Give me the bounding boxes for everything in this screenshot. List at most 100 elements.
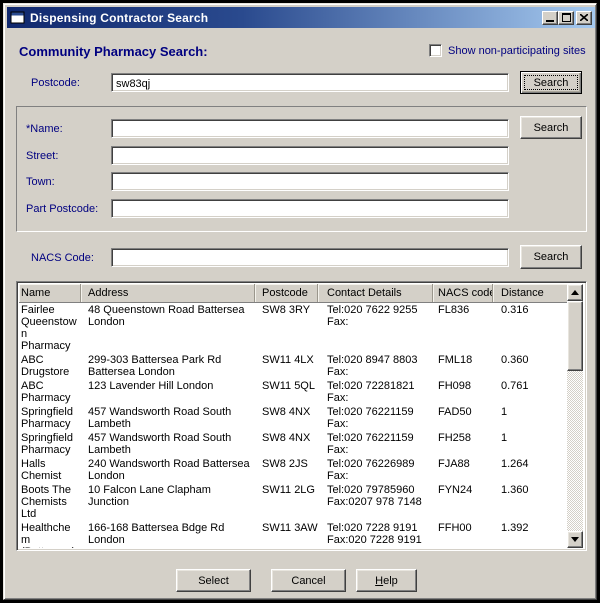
cell-postcode: SW8 3RY	[255, 303, 318, 317]
maximize-icon	[562, 13, 571, 22]
vertical-scrollbar[interactable]	[567, 284, 583, 548]
cell-contact-details: Tel:020 72281821 Fax:	[318, 379, 433, 405]
page-title: Community Pharmacy Search:	[19, 44, 208, 59]
town-label: Town:	[26, 176, 55, 188]
maximize-button[interactable]	[558, 11, 574, 25]
cell-distance: 1	[493, 405, 567, 419]
cancel-button[interactable]: Cancel	[271, 569, 346, 592]
table-row[interactable]: Springfield Pharmacy 457 Wandsworth Road…	[19, 405, 567, 431]
scrollbar-thumb[interactable]	[567, 301, 583, 371]
name-search-button[interactable]: Search	[520, 116, 582, 139]
cell-name: Boots The Chemists Ltd	[19, 483, 81, 521]
cell-nacs-code: FFH00	[433, 521, 493, 535]
cell-distance: 1.264	[493, 457, 567, 471]
cell-nacs-code: FAD50	[433, 405, 493, 419]
cell-name: Fairlee Queenstown Pharmacy	[19, 303, 81, 353]
cell-postcode: SW8 2JS	[255, 457, 318, 471]
cell-postcode: SW8 4NX	[255, 431, 318, 445]
dialog-window: Dispensing Contractor Search Community P…	[0, 0, 600, 603]
street-input[interactable]	[111, 146, 509, 165]
cell-nacs-code: FH258	[433, 431, 493, 445]
close-icon	[580, 14, 588, 21]
cell-name: Healthchem (Battersea) Ltd	[19, 521, 81, 548]
cell-name: ABC Pharmacy	[19, 379, 81, 405]
column-header-nacs-code[interactable]: NACS code	[433, 284, 493, 302]
name-input[interactable]	[111, 119, 509, 138]
cell-name: Springfield Pharmacy	[19, 431, 81, 457]
cell-address: 166-168 Battersea Bdge Rd London	[81, 521, 255, 547]
cell-nacs-code: FYN24	[433, 483, 493, 497]
cell-postcode: SW11 5QL	[255, 379, 318, 393]
results-table: Name Address Postcode Contact Details NA…	[16, 281, 587, 551]
street-label: Street:	[26, 150, 58, 162]
cell-distance: 0.761	[493, 379, 567, 393]
cell-address: 123 Lavender Hill London	[81, 379, 255, 393]
cell-name: Halls Chemist	[19, 457, 81, 483]
scroll-up-button[interactable]	[567, 284, 583, 301]
nacs-code-label: NACS Code:	[31, 252, 94, 264]
table-row[interactable]: Halls Chemist 240 Wandsworth Road Batter…	[19, 457, 567, 483]
cell-distance: 0.316	[493, 303, 567, 317]
scrollbar-track[interactable]	[567, 371, 583, 531]
postcode-label: Postcode:	[31, 77, 80, 89]
select-button[interactable]: Select	[176, 569, 251, 592]
part-postcode-input[interactable]	[111, 199, 509, 218]
cell-address: 240 Wandsworth Road Battersea London	[81, 457, 255, 483]
cell-name: ABC Drugstore	[19, 353, 81, 379]
cell-distance: 1.360	[493, 483, 567, 497]
nacs-search-button[interactable]: Search	[520, 245, 582, 269]
cell-address: 457 Wandsworth Road South Lambeth	[81, 431, 255, 457]
name-label: *Name:	[26, 123, 63, 135]
cell-contact-details: Tel:020 76221159 Fax:	[318, 431, 433, 457]
title-bar[interactable]: Dispensing Contractor Search	[7, 7, 595, 28]
table-row[interactable]: Fairlee Queenstown Pharmacy 48 Queenstow…	[19, 303, 567, 353]
help-button[interactable]: Help	[356, 569, 417, 592]
table-row[interactable]: Healthchem (Battersea) Ltd 166-168 Batte…	[19, 521, 567, 548]
window-icon	[10, 10, 26, 26]
nacs-code-input[interactable]	[111, 248, 509, 267]
column-header-postcode[interactable]: Postcode	[255, 284, 318, 302]
postcode-input[interactable]	[111, 73, 509, 92]
cell-address: 10 Falcon Lane Clapham Junction	[81, 483, 255, 509]
cell-contact-details: Tel:020 76226989 Fax:	[318, 457, 433, 483]
cell-contact-details: Tel:020 79785960 Fax:0207 978 7148	[318, 483, 433, 509]
column-header-distance[interactable]: Distance	[493, 284, 567, 302]
window-title: Dispensing Contractor Search	[30, 11, 542, 25]
dialog-frame: Dispensing Contractor Search Community P…	[3, 3, 597, 600]
cell-postcode: SW11 2LG	[255, 483, 318, 497]
results-rows: Fairlee Queenstown Pharmacy 48 Queenstow…	[19, 303, 567, 548]
cell-nacs-code: FL836	[433, 303, 493, 317]
scroll-down-button[interactable]	[567, 531, 583, 548]
cell-address: 299-303 Battersea Park Rd Battersea Lond…	[81, 353, 255, 379]
postcode-search-button[interactable]: Search	[520, 71, 582, 94]
table-row[interactable]: ABC Drugstore 299-303 Battersea Park Rd …	[19, 353, 567, 379]
scrollbar-down-icon	[571, 537, 579, 542]
close-button[interactable]	[576, 11, 592, 25]
cell-distance: 1	[493, 431, 567, 445]
cell-distance: 0.360	[493, 353, 567, 367]
cell-contact-details: Tel:020 7622 9255 Fax:	[318, 303, 433, 329]
cell-nacs-code: FML18	[433, 353, 493, 367]
town-input[interactable]	[111, 172, 509, 191]
cell-name: Springfield Pharmacy	[19, 405, 81, 431]
cell-address: 457 Wandsworth Road South Lambeth	[81, 405, 255, 431]
table-row[interactable]: Springfield Pharmacy 457 Wandsworth Road…	[19, 431, 567, 457]
minimize-button[interactable]	[542, 11, 558, 25]
cell-contact-details: Tel:020 8947 8803 Fax:	[318, 353, 433, 379]
cell-nacs-code: FH098	[433, 379, 493, 393]
cell-postcode: SW11 4LX	[255, 353, 318, 367]
column-header-name[interactable]: Name	[19, 284, 81, 302]
table-row[interactable]: Boots The Chemists Ltd 10 Falcon Lane Cl…	[19, 483, 567, 521]
cell-distance: 1.392	[493, 521, 567, 535]
part-postcode-label: Part Postcode:	[26, 203, 98, 215]
cell-postcode: SW8 4NX	[255, 405, 318, 419]
show-non-participating-label: Show non-participating sites	[448, 45, 586, 57]
cell-postcode: SW11 3AW	[255, 521, 318, 535]
column-header-contact-details[interactable]: Contact Details	[318, 284, 433, 302]
cell-contact-details: Tel:020 76221159 Fax:	[318, 405, 433, 431]
cell-contact-details: Tel:020 7228 9191 Fax:020 7228 9191	[318, 521, 433, 547]
table-row[interactable]: ABC Pharmacy 123 Lavender Hill London SW…	[19, 379, 567, 405]
column-header-address[interactable]: Address	[81, 284, 255, 302]
show-non-participating-checkbox[interactable]	[429, 44, 442, 57]
minimize-icon	[546, 20, 554, 22]
